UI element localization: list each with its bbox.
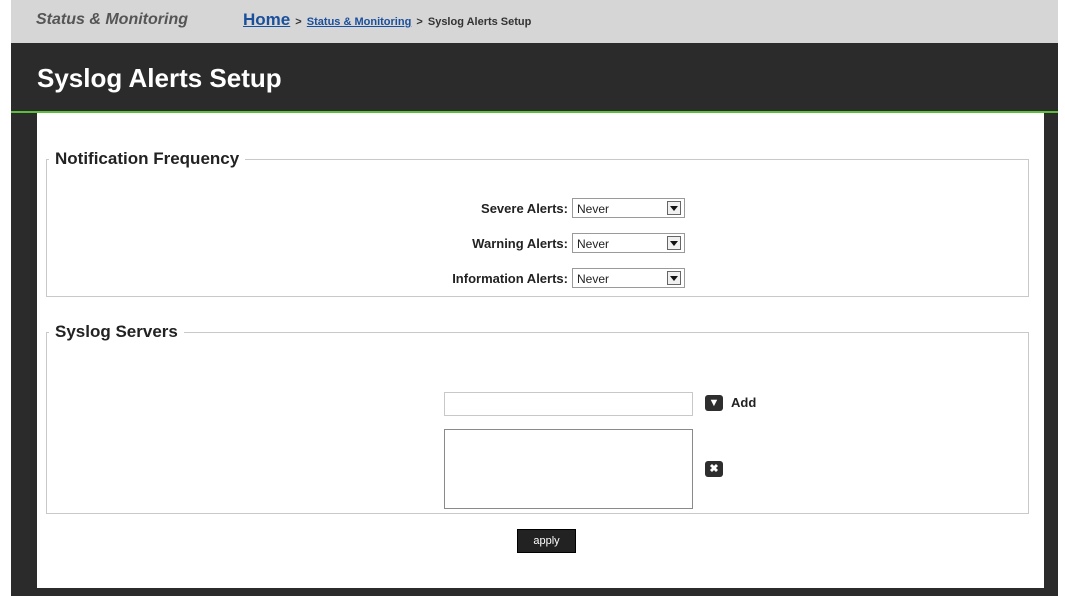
syslog-servers-legend: Syslog Servers <box>55 322 178 341</box>
severe-alerts-select[interactable]: Never <box>572 198 685 218</box>
close-icon: ✖ <box>709 463 719 475</box>
information-alerts-label: Information Alerts: <box>452 270 568 286</box>
main-content: Notification Frequency Severe Alerts: Ne… <box>37 113 1044 588</box>
breadcrumb-current: Syslog Alerts Setup <box>427 16 532 28</box>
add-server-label[interactable]: Add <box>731 395 756 410</box>
remove-server-button[interactable]: ✖ <box>705 461 723 477</box>
app-frame: Status & Monitoring Home > Status & Moni… <box>11 0 1058 596</box>
severe-alerts-value: Never <box>577 202 610 216</box>
breadcrumb: Home > Status & Monitoring > Syslog Aler… <box>243 10 531 30</box>
syslog-servers-group: Syslog Servers ▼ Add ✖ <box>46 322 1029 514</box>
add-server-button[interactable]: ▼ <box>705 395 723 411</box>
warning-alerts-label: Warning Alerts: <box>472 235 568 251</box>
breadcrumb-separator: > <box>416 16 423 28</box>
notification-frequency-legend: Notification Frequency <box>55 149 240 168</box>
breadcrumb-home-link[interactable]: Home <box>243 10 290 29</box>
chevron-down-icon[interactable] <box>667 201 681 215</box>
syslog-server-list[interactable] <box>444 429 693 509</box>
chevron-down-icon: ▼ <box>708 397 720 409</box>
information-alerts-value: Never <box>577 272 610 286</box>
top-bar: Status & Monitoring Home > Status & Moni… <box>11 0 1058 44</box>
syslog-server-input[interactable] <box>444 392 693 416</box>
warning-alerts-value: Never <box>577 237 610 251</box>
severe-alerts-row: Severe Alerts: Never <box>481 197 685 219</box>
section-name: Status & Monitoring <box>36 11 188 28</box>
information-alerts-row: Information Alerts: Never <box>452 267 685 289</box>
chevron-down-icon[interactable] <box>667 236 681 250</box>
title-band: Syslog Alerts Setup <box>11 43 1058 113</box>
chevron-down-icon[interactable] <box>667 271 681 285</box>
notification-frequency-group: Notification Frequency Severe Alerts: Ne… <box>46 149 1029 297</box>
information-alerts-select[interactable]: Never <box>572 268 685 288</box>
severe-alerts-label: Severe Alerts: <box>481 200 568 216</box>
page-title: Syslog Alerts Setup <box>37 63 282 93</box>
breadcrumb-status-monitoring-link[interactable]: Status & Monitoring <box>307 16 412 28</box>
apply-button[interactable]: apply <box>517 529 576 553</box>
breadcrumb-separator: > <box>295 16 302 28</box>
warning-alerts-select[interactable]: Never <box>572 233 685 253</box>
warning-alerts-row: Warning Alerts: Never <box>472 232 685 254</box>
